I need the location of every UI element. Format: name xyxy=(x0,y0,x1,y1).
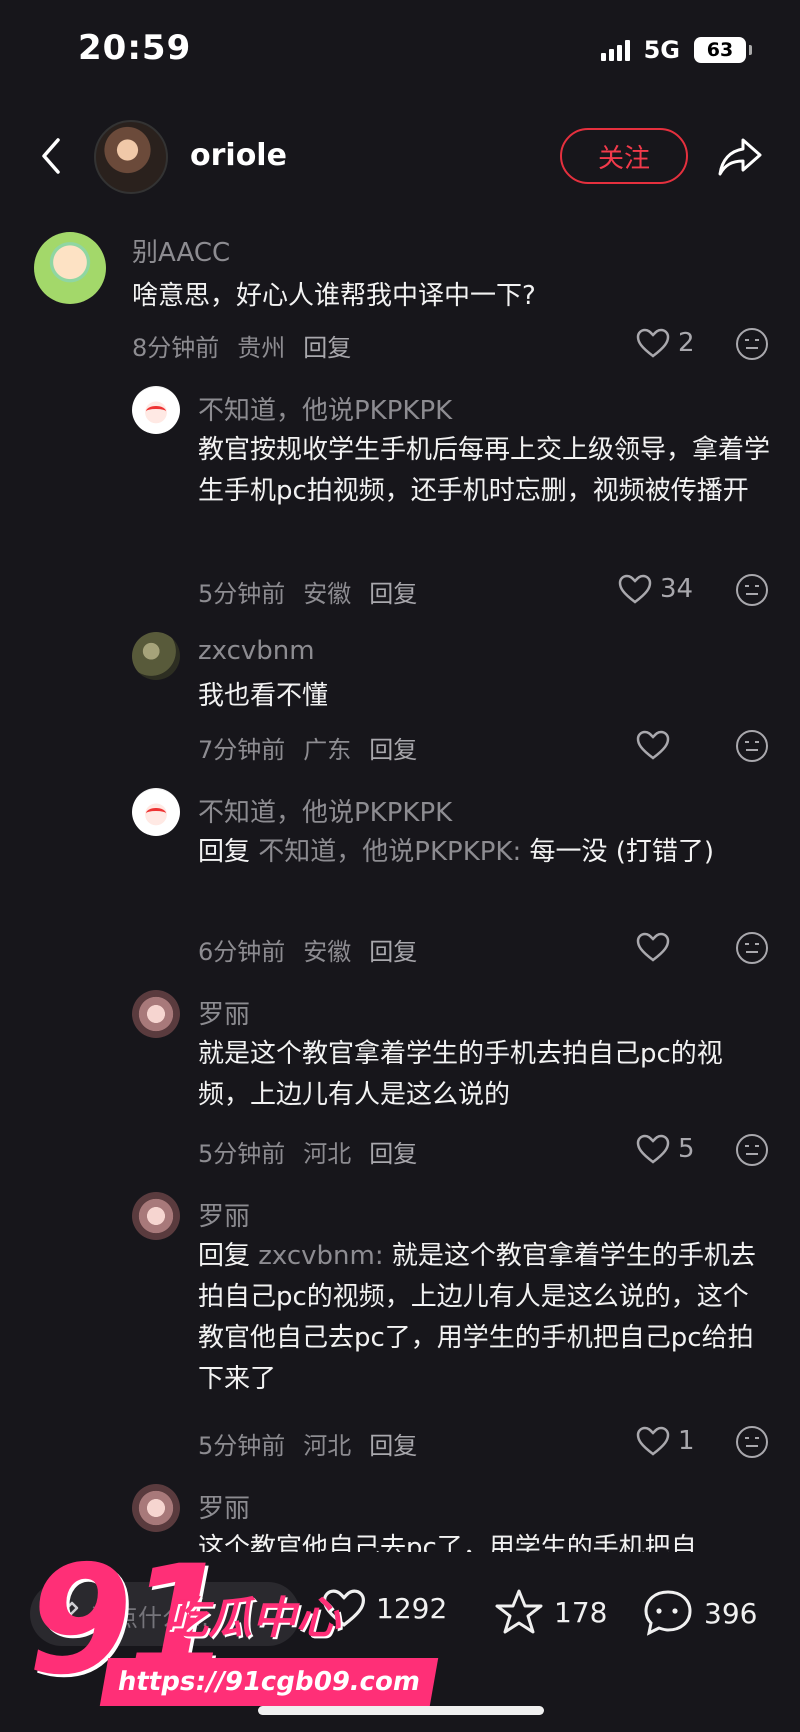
comment-time: 5分钟前 xyxy=(198,1140,286,1168)
status-indicators: 5G 63 xyxy=(600,36,752,64)
reply-button[interactable]: 回复 xyxy=(369,730,417,765)
heart-icon xyxy=(636,932,670,962)
like-button[interactable]: 1 xyxy=(636,1426,695,1456)
comment-location: 安徽 xyxy=(303,938,352,966)
home-indicator[interactable] xyxy=(258,1706,544,1715)
comment-meta: 5分钟前 河北 回复 xyxy=(198,1426,417,1461)
reply-button[interactable]: 回复 xyxy=(369,932,417,967)
comment-text: 回复 zxcvbnm: 就是这个教官拿着学生的手机去拍自己pc的视频，上边儿有人… xyxy=(198,1236,770,1400)
watermark-url: https://91cgb09.com xyxy=(99,1658,439,1706)
comment-time: 8分钟前 xyxy=(132,334,220,362)
reply-prefix: 回复 xyxy=(198,1241,251,1271)
comment-text: 回复 不知道，他说PKPKPK: 每一没 (打错了) xyxy=(198,832,746,873)
commenter-avatar[interactable] xyxy=(132,1484,180,1532)
comment-location: 安徽 xyxy=(303,580,352,608)
like-count: 34 xyxy=(660,574,694,604)
reply-prefix: 回复 xyxy=(198,837,251,867)
comment-location: 河北 xyxy=(303,1140,352,1168)
commenter-name[interactable]: 罗丽 xyxy=(198,1196,250,1233)
commenter-name[interactable]: 别AACC xyxy=(132,232,230,269)
follow-button[interactable]: 关注 xyxy=(560,128,688,184)
commenter-avatar[interactable] xyxy=(132,990,180,1038)
comment-meta: 8分钟前 贵州 回复 xyxy=(132,328,351,363)
author-avatar[interactable] xyxy=(94,120,168,194)
signal-icon xyxy=(600,39,630,61)
favorite-stat[interactable]: 178 xyxy=(494,1588,607,1636)
author-name[interactable]: oriole xyxy=(190,138,287,173)
commenter-avatar[interactable] xyxy=(34,232,106,304)
dislike-icon[interactable] xyxy=(736,1426,768,1458)
dislike-icon[interactable] xyxy=(736,1134,768,1166)
comment-meta: 6分钟前 安徽 回复 xyxy=(198,932,417,967)
heart-icon xyxy=(636,730,670,760)
commenter-name[interactable]: 不知道，他说PKPKPK xyxy=(198,792,452,829)
favorite-total: 178 xyxy=(554,1595,608,1629)
like-button[interactable]: 5 xyxy=(636,1134,695,1164)
comment-time: 7分钟前 xyxy=(198,736,286,764)
comment-location: 贵州 xyxy=(237,334,286,362)
comment-bubble-icon xyxy=(644,1590,692,1636)
commenter-avatar[interactable] xyxy=(132,1192,180,1240)
profile-header: oriole 关注 xyxy=(0,110,800,202)
status-time: 20:59 xyxy=(78,28,192,68)
share-icon[interactable] xyxy=(716,134,764,178)
commenter-name[interactable]: 不知道，他说PKPKPK xyxy=(198,390,452,427)
dislike-icon[interactable] xyxy=(736,730,768,762)
comment-stat[interactable]: 396 xyxy=(642,1588,757,1638)
back-icon[interactable] xyxy=(34,136,70,176)
comment-text: 就是这个教官拿着学生的手机去拍自己pc的视频，上边儿有人是这么说的 xyxy=(198,1039,723,1110)
comment-list[interactable]: 别AACC 啥意思，好心人谁帮我中译中一下? 8分钟前 贵州 回复 2 不知道，… xyxy=(0,222,800,1552)
reply-button[interactable]: 回复 xyxy=(369,574,417,609)
commenter-avatar[interactable] xyxy=(132,788,180,836)
heart-icon xyxy=(636,1134,670,1164)
commenter-avatar[interactable] xyxy=(132,632,180,680)
dislike-icon[interactable] xyxy=(736,328,768,360)
commenter-name[interactable]: zxcvbnm xyxy=(198,636,315,666)
like-button[interactable]: 2 xyxy=(636,328,695,358)
comment-time: 5分钟前 xyxy=(198,580,286,608)
dislike-icon[interactable] xyxy=(736,574,768,606)
commenter-name[interactable]: 罗丽 xyxy=(198,1488,250,1525)
comment-text: 啥意思，好心人谁帮我中译中一下? xyxy=(132,281,536,311)
watermark-logo: 91 吃瓜中心 https://91cgb09.com xyxy=(14,1534,439,1728)
like-count: 1 xyxy=(678,1426,695,1456)
dislike-icon[interactable] xyxy=(736,932,768,964)
reply-mention[interactable]: zxcvbnm: xyxy=(258,1241,383,1271)
like-count: 5 xyxy=(678,1134,695,1164)
like-button[interactable] xyxy=(636,730,670,760)
comment-total: 396 xyxy=(704,1596,758,1630)
like-button[interactable]: 34 xyxy=(618,574,693,604)
commenter-avatar[interactable] xyxy=(132,386,180,434)
like-button[interactable] xyxy=(636,932,670,962)
status-bar: 20:59 5G 63 xyxy=(0,0,800,100)
comment-location: 河北 xyxy=(303,1432,352,1460)
comment-time: 6分钟前 xyxy=(198,938,286,966)
comment-text: 教官按规收学生手机后每再上交上级领导，拿着学生手机pc拍视频，还手机时忘删，视频… xyxy=(198,435,771,506)
comment-meta: 5分钟前 安徽 回复 xyxy=(198,574,417,609)
heart-icon xyxy=(636,328,670,358)
heart-icon xyxy=(618,574,652,604)
reply-button[interactable]: 回复 xyxy=(369,1426,417,1461)
comment-location: 广东 xyxy=(303,736,352,764)
reply-mention[interactable]: 不知道，他说PKPKPK: xyxy=(258,837,521,867)
commenter-name[interactable]: 罗丽 xyxy=(198,994,250,1031)
like-count: 2 xyxy=(678,328,695,358)
watermark-brand: 吃瓜中心 xyxy=(164,1593,340,1644)
reply-button[interactable]: 回复 xyxy=(369,1134,417,1169)
comment-meta: 7分钟前 广东 回复 xyxy=(198,730,417,765)
battery-icon: 63 xyxy=(694,37,752,63)
network-label: 5G xyxy=(643,36,680,64)
comment-time: 5分钟前 xyxy=(198,1432,286,1460)
heart-icon xyxy=(636,1426,670,1456)
reply-body: 每一没 (打错了) xyxy=(529,837,715,867)
comment-text: 我也看不懂 xyxy=(198,681,329,711)
comment-meta: 5分钟前 河北 回复 xyxy=(198,1134,417,1169)
reply-button[interactable]: 回复 xyxy=(303,328,351,363)
star-icon xyxy=(495,1589,543,1634)
